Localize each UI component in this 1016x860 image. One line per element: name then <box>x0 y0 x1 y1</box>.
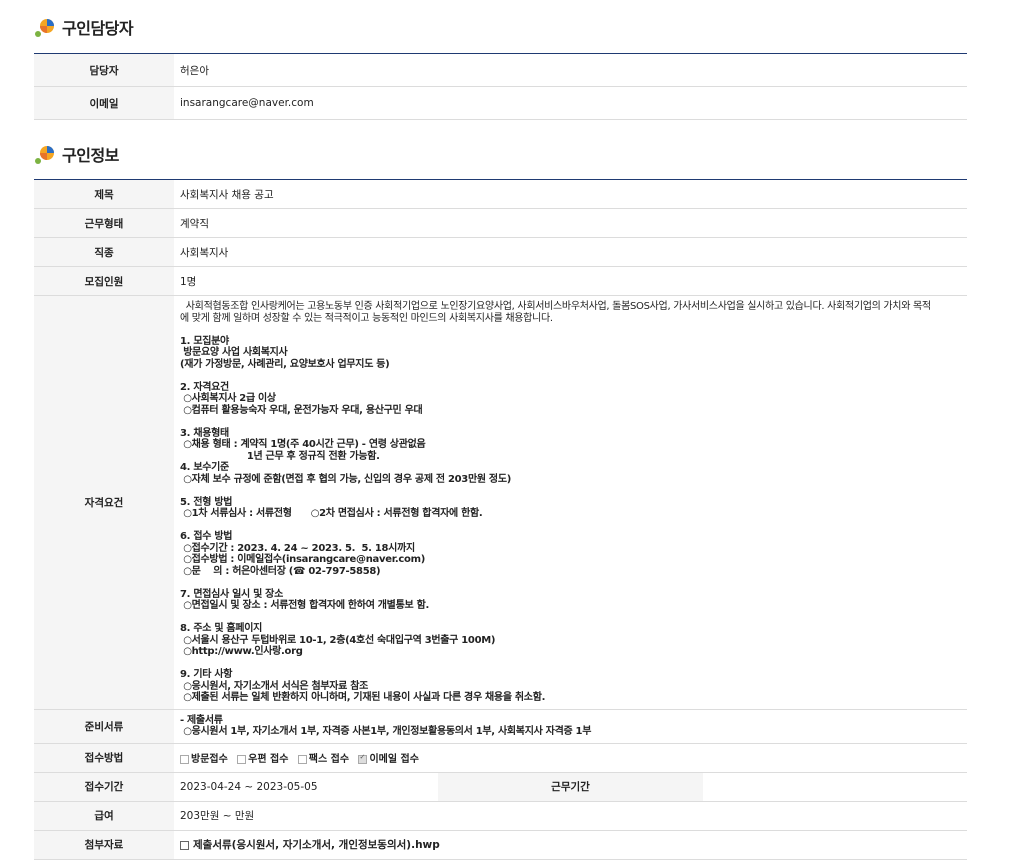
attachment-filename: 제출서류(응시원서, 자기소개서, 개인정보동의서).hwp <box>193 839 440 851</box>
row-label: 이메일 <box>34 86 174 120</box>
row-label: 자격요건 <box>34 295 174 710</box>
row-label: 담당자 <box>34 53 174 87</box>
salary: 203만원 ~ 만원 <box>174 801 967 831</box>
method-option-visit[interactable]: 방문접수 <box>180 754 228 765</box>
attachment-cell: 제출서류(응시원서, 자기소개서, 개인정보동의서).hwp <box>174 830 967 860</box>
row-label: 접수기간 <box>34 772 174 802</box>
job-table: 제목 사회복지사 채용 공고 근무형태 계약직 직종 사회복지사 모집인원 1명… <box>34 179 967 860</box>
documents-text: - 제출서류 ○응시원서 1부, 자기소개서 1부, 자격증 사본1부, 개인정… <box>180 714 592 738</box>
table-row: 준비서류 - 제출서류 ○응시원서 1부, 자기소개서 1부, 자격증 사본1부… <box>34 709 967 744</box>
documents-cell: - 제출서류 ○응시원서 1부, 자기소개서 1부, 자격증 사본1부, 개인정… <box>174 709 967 744</box>
headcount: 1명 <box>174 266 967 296</box>
file-icon <box>180 840 189 850</box>
row-label: 급여 <box>34 801 174 831</box>
contact-section-header: 구인담당자 <box>34 15 134 39</box>
attachment-link[interactable]: 제출서류(응시원서, 자기소개서, 개인정보동의서).hwp <box>180 839 440 851</box>
qualification-cell: 사회적협동조합 인사랑케어는 고용노동부 인증 사회적기업으로 노인장기요양사업… <box>174 295 967 710</box>
table-row: 근무형태 계약직 <box>34 208 967 238</box>
contact-email: insarangcare@naver.com <box>174 86 967 120</box>
checkbox-icon[interactable] <box>237 754 247 764</box>
qualification-intro: 사회적협동조합 인사랑케어는 고용노동부 인증 사회적기업으로 노인장기요양사업… <box>180 301 931 324</box>
checkbox-checked-icon[interactable] <box>358 753 368 764</box>
row-label: 직종 <box>34 237 174 267</box>
section-logo-icon <box>34 16 56 38</box>
method-cell: 방문접수 우편 접수 팩스 접수 이메일 접수 <box>174 743 967 773</box>
table-row: 직종 사회복지사 <box>34 237 967 267</box>
table-row: 첨부자료 제출서류(응시원서, 자기소개서, 개인정보동의서).hwp <box>34 830 967 860</box>
row-label: 접수방법 <box>34 743 174 773</box>
option-label: 팩스 접수 <box>308 754 350 765</box>
employment-type: 계약직 <box>174 208 967 238</box>
table-row: 접수방법 방문접수 우편 접수 팩스 접수 이메일 접수 <box>34 743 967 773</box>
application-period: 2023-04-24 ~ 2023-05-05 <box>174 772 439 802</box>
table-row: 이메일 insarangcare@naver.com <box>34 86 967 120</box>
section-title: 구인담당자 <box>62 19 134 38</box>
work-period <box>702 772 967 802</box>
checkbox-icon[interactable] <box>180 754 189 764</box>
section-logo-icon <box>34 143 56 165</box>
table-row: 급여 203만원 ~ 만원 <box>34 801 967 831</box>
occupation: 사회복지사 <box>174 237 967 267</box>
qualification-body: 1. 모집분야 방문요양 사업 사회복지사 (재가 가정방문, 사례관리, 요양… <box>180 335 546 704</box>
job-section-header: 구인정보 <box>34 142 119 166</box>
checkbox-icon[interactable] <box>297 754 307 764</box>
method-option-email[interactable]: 이메일 접수 <box>358 753 419 765</box>
job-title: 사회복지사 채용 공고 <box>174 179 967 209</box>
row-label: 근무기간 <box>438 772 703 802</box>
contact-name: 허은아 <box>174 53 967 87</box>
option-label: 이메일 접수 <box>369 754 419 765</box>
section-title: 구인정보 <box>62 146 119 165</box>
table-row: 모집인원 1명 <box>34 266 967 296</box>
table-row: 자격요건 사회적협동조합 인사랑케어는 고용노동부 인증 사회적기업으로 노인장… <box>34 295 967 710</box>
method-option-mail[interactable]: 우편 접수 <box>237 754 288 765</box>
row-label: 제목 <box>34 179 174 209</box>
table-row: 제목 사회복지사 채용 공고 <box>34 179 967 209</box>
row-label: 준비서류 <box>34 709 174 744</box>
row-label: 모집인원 <box>34 266 174 296</box>
table-row: 접수기간 2023-04-24 ~ 2023-05-05 근무기간 <box>34 772 967 802</box>
row-label: 근무형태 <box>34 208 174 238</box>
table-row: 담당자 허은아 <box>34 53 967 87</box>
method-option-fax[interactable]: 팩스 접수 <box>297 754 350 765</box>
option-label: 우편 접수 <box>248 754 289 765</box>
option-label: 방문접수 <box>191 754 228 765</box>
qualification-text: 사회적협동조합 인사랑케어는 고용노동부 인증 사회적기업으로 노인장기요양사업… <box>180 296 961 709</box>
contact-table: 담당자 허은아 이메일 insarangcare@naver.com <box>34 53 967 120</box>
row-label: 첨부자료 <box>34 830 174 860</box>
